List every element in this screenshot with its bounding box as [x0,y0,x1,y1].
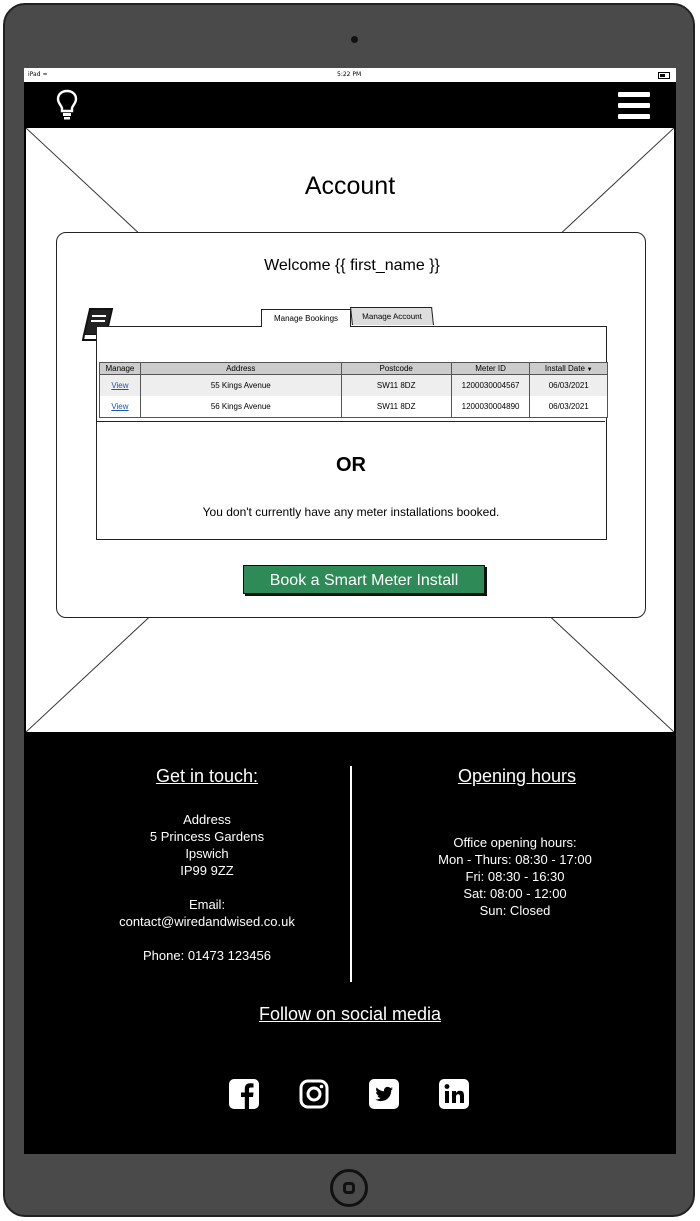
contact-details: Address 5 Princess Gardens Ipswich IP99 … [84,811,330,964]
menu-hamburger-icon[interactable] [618,90,650,120]
screen: iPad ≈ 5:22 PM Account Welcome {{ first_… [24,68,676,1154]
cell-postcode: SW11 8DZ [340,396,452,418]
tab-manage-account[interactable]: Manage Account [350,307,434,325]
cell-install-date: 06/03/2021 [529,396,608,418]
home-button[interactable] [330,1169,368,1207]
bookings-table: Manage Address Postcode Meter ID Install… [99,362,608,418]
email-label: Email: [188,897,226,912]
social-icons [228,1078,472,1114]
col-header-manage: Manage [99,362,141,375]
panel-divider [97,421,605,422]
cell-address: 55 Kings Avenue [139,374,342,396]
col-header-install-date[interactable]: Install Date ▼ [529,362,608,375]
table-row: View 56 Kings Avenue SW11 8DZ 1200030004… [99,396,608,418]
phone-text: Phone: 01473 123456 [143,948,271,963]
address-line: IP99 9ZZ [180,863,234,878]
wifi-icon: ≈ [42,71,48,78]
tab-panel: Manage Address Postcode Meter ID Install… [96,326,608,540]
navbar [24,82,676,128]
cell-postcode: SW11 8DZ [340,374,452,396]
tab-manage-bookings[interactable]: Manage Bookings [261,309,351,327]
hero-section: Account Welcome {{ first_name }} Manage … [26,128,674,732]
cell-meter-id: 1200030004567 [450,374,531,396]
status-time: 5:22 PM [337,71,362,78]
status-bar: iPad ≈ 5:22 PM [24,68,676,82]
hours-line: Mon - Thurs: 08:30 - 17:00 [438,852,592,867]
address-line: 5 Princess Gardens [149,829,265,844]
book-smart-meter-button[interactable]: Book a Smart Meter Install [243,565,485,594]
view-link[interactable]: View [111,381,128,390]
hours-line: Sat: 08:00 - 12:00 [463,886,567,901]
contact-title: Get in touch: [155,766,259,786]
col-header-address: Address [139,362,342,375]
address-line: Ipswich [185,846,229,861]
view-link[interactable]: View [111,402,128,411]
cell-address: 56 Kings Avenue [139,396,342,418]
status-device: iPad ≈ [28,71,48,78]
opening-hours: Office opening hours: Mon - Thurs: 08:30… [400,834,630,919]
or-label: OR [336,454,366,476]
address-label: Address [183,812,231,827]
hours-label: Office opening hours: [453,835,577,850]
footer: Get in touch: Address 5 Princess Gardens… [24,732,676,1154]
account-card: Welcome {{ first_name }} Manage Account … [56,232,646,618]
cell-meter-id: 1200030004890 [450,396,531,418]
col-header-meter-id: Meter ID [450,362,531,375]
social-title: Follow on social media [258,1004,442,1024]
col-header-postcode: Postcode [340,362,452,375]
welcome-message: Welcome {{ first_name }} [264,257,440,274]
hours-title: Opening hours [457,766,577,786]
camera-dot [351,36,358,43]
hours-line: Fri: 08:30 - 16:30 [465,869,565,884]
instagram-icon[interactable] [298,1078,330,1110]
email-link[interactable]: contact@wiredandwised.co.uk [84,913,330,930]
footer-divider [350,766,352,982]
cell-install-date: 06/03/2021 [529,374,608,396]
hours-line: Sun: Closed [479,903,551,918]
facebook-icon[interactable] [228,1078,260,1110]
empty-bookings-message: You don't currently have any meter insta… [202,505,500,519]
table-row: View 55 Kings Avenue SW11 8DZ 1200030004… [99,374,608,396]
page-title: Account [304,172,396,200]
twitter-icon[interactable] [368,1078,400,1110]
sort-down-icon[interactable]: ▼ [585,367,593,373]
linkedin-icon[interactable] [438,1078,470,1110]
lightbulb-logo-icon[interactable] [56,88,78,122]
table-header-row: Manage Address Postcode Meter ID Install… [99,362,608,375]
battery-icon [658,72,670,79]
